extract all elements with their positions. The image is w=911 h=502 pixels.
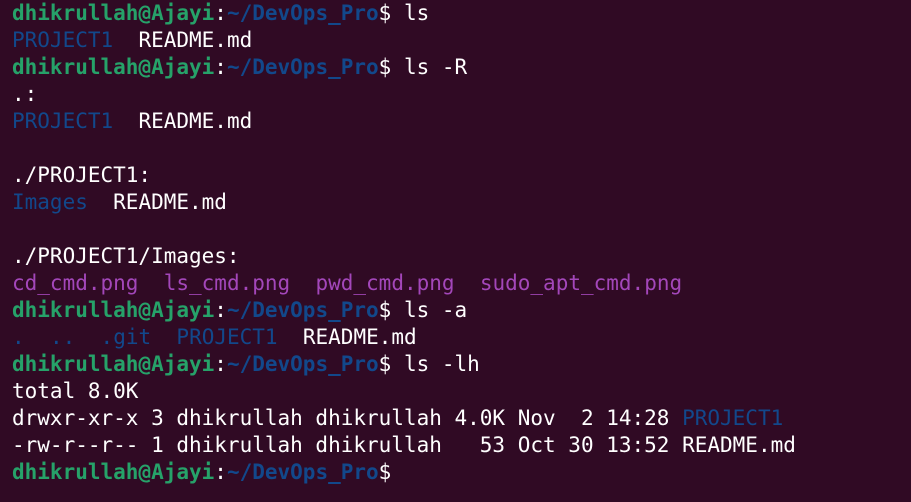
prompt-user-host: dhikrullah@Ajayi	[12, 460, 215, 484]
command-text: ls -R	[391, 55, 468, 79]
active-prompt-line[interactable]: dhikrullah@Ajayi:~/DevOps_Pro$	[12, 459, 911, 486]
directory-entry: ..	[49, 325, 76, 349]
prompt-separator: :	[214, 352, 227, 376]
prompt-symbol: $	[378, 1, 392, 25]
prompt-user-host: dhikrullah@Ajayi	[12, 352, 215, 376]
image-file-entry: ls_cmd.png	[163, 271, 291, 295]
prompt-symbol: $	[378, 55, 392, 79]
directory-entry: PROJECT1	[12, 109, 114, 133]
command-text: ls -a	[391, 298, 468, 322]
output-line: cd_cmd.png ls_cmd.png pwd_cmd.png sudo_a…	[12, 270, 911, 297]
text-cursor	[391, 462, 393, 484]
directory-entry: PROJECT1	[12, 28, 114, 52]
section-header: ./PROJECT1:	[12, 163, 152, 187]
prompt-user-host: dhikrullah@Ajayi	[12, 55, 215, 79]
prompt-path: ~/DevOps_Pro	[226, 352, 379, 376]
directory-entry: .	[12, 325, 25, 349]
prompt-path: ~/DevOps_Pro	[226, 55, 379, 79]
total-size: total 8.0K	[12, 379, 139, 403]
command-text: ls	[391, 1, 430, 25]
section-header: ./PROJECT1/Images:	[12, 244, 240, 268]
directory-entry: .git	[100, 325, 152, 349]
image-file-entry: cd_cmd.png	[12, 271, 139, 295]
prompt-path: ~/DevOps_Pro	[226, 1, 379, 25]
prompt-symbol: $	[378, 460, 392, 484]
output-line: .:	[12, 81, 911, 108]
section-header: .:	[12, 82, 38, 106]
prompt-symbol: $	[378, 352, 392, 376]
prompt-line: dhikrullah@Ajayi:~/DevOps_Pro$ ls	[12, 0, 911, 27]
prompt-separator: :	[214, 1, 227, 25]
directory-entry: PROJECT1	[176, 325, 278, 349]
prompt-separator: :	[214, 460, 227, 484]
prompt-line: dhikrullah@Ajayi:~/DevOps_Pro$ ls -R	[12, 54, 911, 81]
image-file-entry: pwd_cmd.png	[315, 271, 455, 295]
prompt-symbol: $	[378, 298, 392, 322]
command-text: ls -lh	[391, 352, 480, 376]
output-line: . .. .git PROJECT1 README.md	[12, 324, 911, 351]
output-line: ./PROJECT1:	[12, 162, 911, 189]
output-line: ./PROJECT1/Images:	[12, 243, 911, 270]
output-line: total 8.0K	[12, 378, 911, 405]
prompt-path: ~/DevOps_Pro	[226, 460, 379, 484]
prompt-separator: :	[214, 55, 227, 79]
prompt-user-host: dhikrullah@Ajayi	[12, 1, 215, 25]
prompt-path: ~/DevOps_Pro	[226, 298, 379, 322]
prompt-line: dhikrullah@Ajayi:~/DevOps_Pro$ ls -lh	[12, 351, 911, 378]
prompt-line: dhikrullah@Ajayi:~/DevOps_Pro$ ls -a	[12, 297, 911, 324]
output-line: -rw-r--r-- 1 dhikrullah dhikrullah 53 Oc…	[12, 432, 911, 459]
terminal-window[interactable]: dhikrullah@Ajayi:~/DevOps_Pro$ ls PROJEC…	[0, 0, 911, 502]
file-entry: README.md	[138, 28, 253, 52]
file-entry: README.md	[138, 109, 253, 133]
file-entry: README.md	[113, 190, 227, 214]
image-file-entry: sudo_apt_cmd.png	[479, 271, 683, 295]
directory-entry: Images	[12, 190, 88, 214]
output-line: PROJECT1 README.md	[12, 27, 911, 54]
listing-row: -rw-r--r-- 1 dhikrullah dhikrullah 53 Oc…	[12, 433, 796, 457]
listing-metadata: drwxr-xr-x 3 dhikrullah dhikrullah 4.0K …	[12, 406, 683, 430]
prompt-separator: :	[214, 298, 227, 322]
output-line: drwxr-xr-x 3 dhikrullah dhikrullah 4.0K …	[12, 405, 911, 432]
output-line: PROJECT1 README.md	[12, 108, 911, 135]
file-entry: README.md	[302, 325, 417, 349]
prompt-user-host: dhikrullah@Ajayi	[12, 298, 215, 322]
directory-entry: PROJECT1	[682, 406, 784, 430]
output-line: Images README.md	[12, 189, 911, 216]
